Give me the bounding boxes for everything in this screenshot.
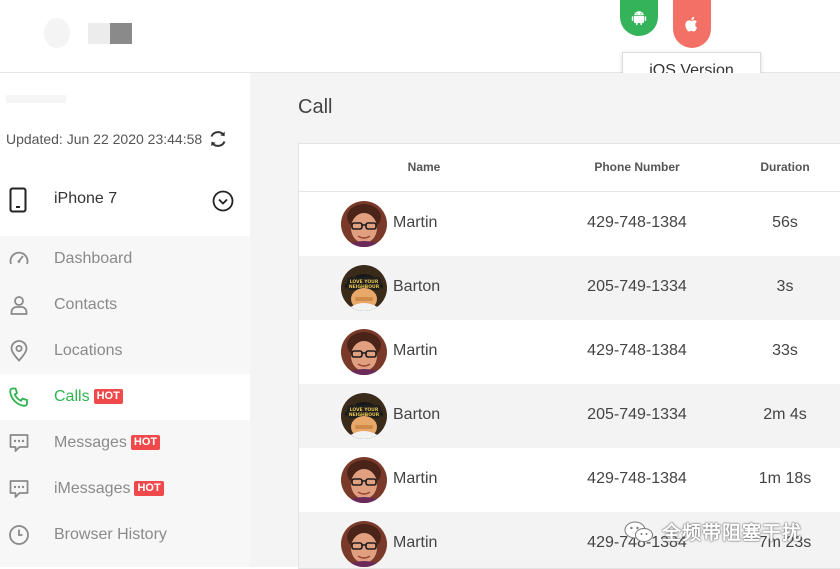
message-icon	[9, 434, 29, 452]
call-duration: 33s	[772, 342, 798, 359]
sidebar-item-imessages[interactable]: iMessages HOT	[0, 466, 250, 512]
logo-block-dark	[110, 23, 132, 44]
column-header-duration[interactable]: Duration	[735, 160, 835, 174]
call-duration: 56s	[772, 214, 798, 231]
device-selector[interactable]: iPhone 7	[0, 176, 250, 226]
calls-label: Calls	[54, 388, 90, 405]
location-pin-icon	[10, 340, 28, 362]
apple-icon	[685, 16, 697, 32]
sidebar-item-dashboard[interactable]: Dashboard	[0, 236, 250, 282]
column-header-name[interactable]: Name	[359, 160, 489, 174]
avatar	[341, 457, 387, 503]
table-row[interactable]: Martin 429-748-1384 1m 18s	[299, 448, 840, 512]
avatar: LOVE YOUR NEIGHBOUR	[341, 265, 387, 311]
top-header: iOS Version	[0, 0, 840, 90]
wechat-icon	[624, 521, 653, 542]
app-logo	[44, 18, 70, 48]
android-icon	[631, 11, 647, 26]
sidebar-item-label: Contacts	[54, 296, 118, 313]
contact-name: Barton	[393, 406, 441, 423]
contact-name: Martin	[393, 534, 438, 551]
sidebar-item-label: Messages HOT	[54, 434, 161, 452]
last-updated-text: Updated: Jun 22 2020 23:44:58	[6, 131, 203, 147]
contact-name: Martin	[393, 470, 438, 487]
table-row[interactable]: Martin 429-748-1384 33s	[299, 320, 840, 384]
column-header-phone[interactable]: Phone Number	[571, 160, 703, 174]
android-tab[interactable]	[620, 0, 658, 36]
hot-badge: HOT	[134, 481, 164, 496]
call-duration: 3s	[776, 278, 794, 295]
last-updated: Updated: Jun 22 2020 23:44:58	[6, 129, 228, 149]
call-duration: 2m 4s	[763, 406, 807, 423]
phone-number: 205-749-1334	[587, 406, 687, 423]
phone-number: 429-748-1384	[587, 214, 687, 231]
chevron-down-icon[interactable]	[212, 190, 234, 212]
message-icon	[9, 480, 29, 498]
calls-table: Name Phone Number Duration Martin 429-748…	[298, 143, 840, 569]
phone-number: 429-748-1384	[587, 342, 687, 359]
avatar: LOVE YOUR NEIGHBOUR	[341, 393, 387, 439]
smartphone-icon	[9, 187, 27, 213]
avatar	[341, 329, 387, 375]
call-duration: 1m 18s	[758, 470, 812, 487]
contact-name: Martin	[393, 214, 438, 231]
avatar	[341, 521, 387, 567]
sidebar-item-calls[interactable]: Calls HOT	[0, 374, 250, 420]
sidebar-item-label: Calls HOT	[54, 388, 123, 406]
sidebar-item-contacts[interactable]: Contacts	[0, 282, 250, 328]
sidebar: Updated: Jun 22 2020 23:44:58 iPhone 7 D…	[0, 73, 250, 567]
hot-badge: HOT	[130, 435, 161, 450]
sidebar-nav: Dashboard Contacts Locations Calls HOT M…	[0, 236, 250, 567]
table-header: Name Phone Number Duration	[299, 144, 840, 192]
device-name: iPhone 7	[54, 190, 118, 207]
dashboard-icon	[9, 251, 29, 265]
table-row[interactable]: LOVE YOUR NEIGHBOUR Barton 205-749-1334 3s	[299, 256, 840, 320]
refresh-icon[interactable]	[208, 129, 228, 149]
sidebar-item-label: Dashboard	[54, 250, 133, 267]
avatar	[341, 201, 387, 247]
logo-block-light	[88, 23, 110, 44]
contact-name: Martin	[393, 342, 438, 359]
contact-name: Barton	[393, 278, 441, 295]
messages-label: Messages	[54, 434, 127, 451]
sidebar-item-label: Browser History	[54, 526, 167, 543]
hot-badge: HOT	[93, 389, 123, 404]
sidebar-item-label: Locations	[54, 342, 123, 359]
table-row[interactable]: LOVE YOUR NEIGHBOUR Barton 205-749-1334 2m 4…	[299, 384, 840, 448]
watermark: 全频带阻塞干扰	[624, 518, 802, 545]
table-row[interactable]: Martin 429-748-1384 56s	[299, 192, 840, 256]
sidebar-item-browser-history[interactable]: Browser History	[0, 512, 250, 558]
sidebar-item-messages[interactable]: Messages HOT	[0, 420, 250, 466]
ios-tab[interactable]	[673, 0, 711, 48]
main-content: Call Name Phone Number Duration Martin 42…	[250, 73, 840, 569]
clock-icon	[9, 525, 29, 545]
sidebar-item-locations[interactable]: Locations	[0, 328, 250, 374]
phone-number: 205-749-1334	[587, 278, 687, 295]
page-title: Call	[298, 96, 333, 118]
contact-icon	[10, 296, 28, 315]
watermark-text: 全频带阻塞干扰	[662, 523, 803, 544]
sidebar-item-label: iMessages HOT	[54, 480, 164, 498]
phone-number: 429-748-1384	[587, 470, 687, 487]
phone-icon	[9, 387, 28, 407]
sidebar-faint-text	[6, 95, 66, 103]
imessages-label: iMessages	[54, 480, 131, 497]
